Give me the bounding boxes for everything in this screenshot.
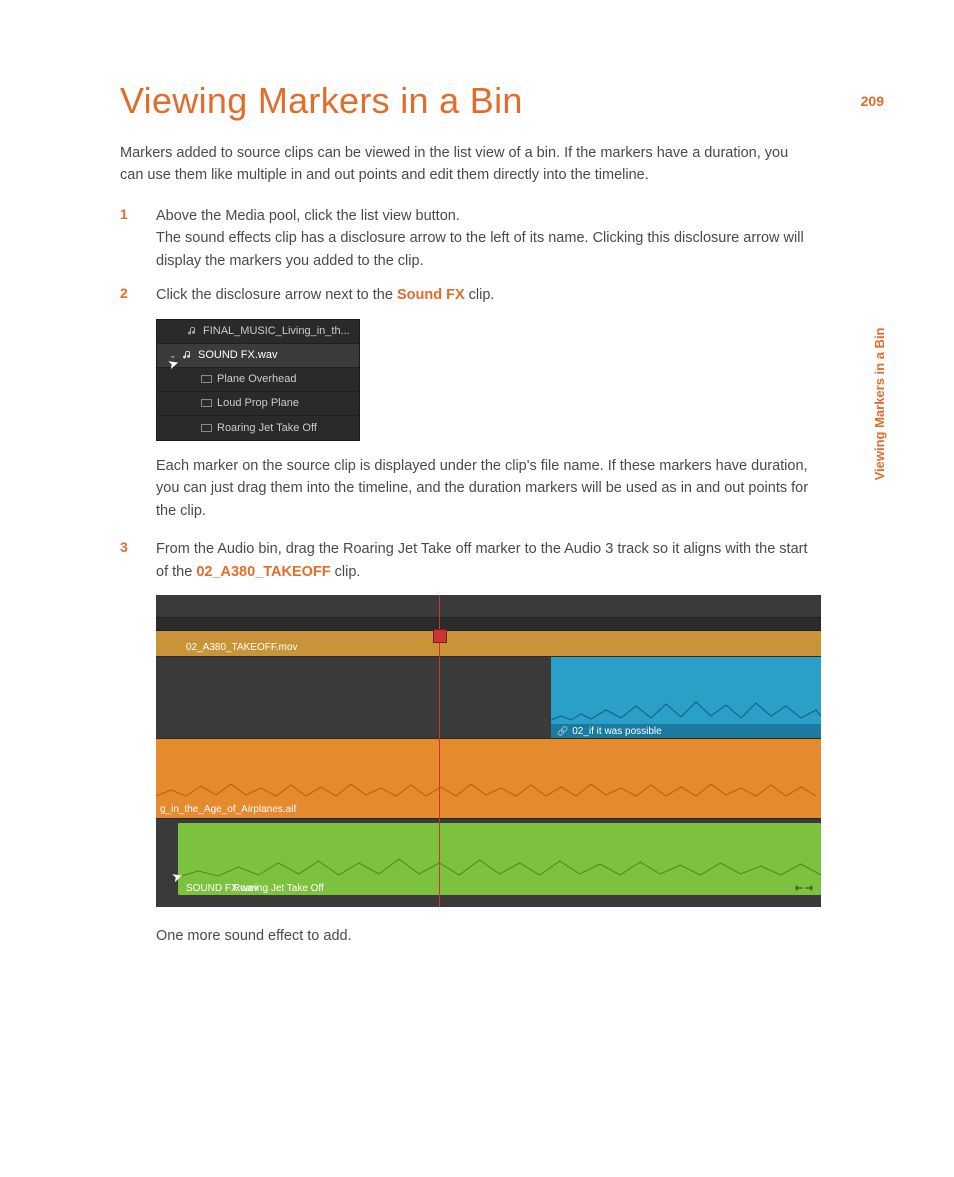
bin-marker-row[interactable]: Loud Prop Plane (157, 392, 359, 416)
bin-row-label: Roaring Jet Take Off (217, 422, 317, 434)
timeline-bottom-gap (156, 899, 821, 907)
blue-clip[interactable]: 🔗 02_if it was possible (551, 657, 821, 738)
step-2-bold: Sound FX (397, 287, 465, 303)
bin-marker-row[interactable]: Plane Overhead (157, 368, 359, 392)
timeline-figure: 02_A380_TAKEOFF.mov 🔗 02_if it was possi… (156, 595, 821, 907)
step-number: 1 (120, 205, 156, 272)
page-heading: Viewing Markers in a Bin (120, 80, 810, 122)
step-1-line1: Above the Media pool, click the list vie… (156, 208, 460, 224)
step-number: 2 (120, 284, 156, 306)
intro-paragraph: Markers added to source clips can be vie… (120, 142, 810, 187)
step-2-suffix: clip. (465, 287, 495, 303)
page-content: Viewing Markers in a Bin Markers added t… (120, 80, 810, 964)
clip-label-bar: 🔗 02_if it was possible (551, 724, 821, 738)
after-bin-paragraph: Each marker on the source clip is displa… (156, 455, 810, 522)
timeline-ruler[interactable] (156, 617, 821, 631)
drag-handle-icon[interactable] (795, 884, 813, 892)
step-3-bold: 02_A380_TAKEOFF (196, 564, 330, 580)
page-number: 209 (861, 93, 884, 109)
music-note-icon (183, 350, 193, 360)
bin-row-label: FINAL_MUSIC_Living_in_th... (203, 325, 350, 337)
marker-icon (201, 399, 212, 407)
step-2-prefix: Click the disclosure arrow next to the (156, 287, 397, 303)
link-icon: 🔗 (557, 726, 568, 737)
timeline-header-gap (156, 595, 821, 617)
bin-list-figure: FINAL_MUSIC_Living_in_th... ⌄ SOUND FX.w… (156, 319, 360, 441)
bin-row-selected[interactable]: ⌄ SOUND FX.wav ➤ (157, 344, 359, 368)
step-body: From the Audio bin, drag the Roaring Jet… (156, 538, 810, 583)
marker-icon (201, 424, 212, 432)
waveform (551, 696, 821, 724)
clip-label-bar: SOUND FX.wav Roaring Jet Take Off (178, 881, 821, 895)
step-body: Click the disclosure arrow next to the S… (156, 284, 810, 306)
step-1: 1 Above the Media pool, click the list v… (120, 205, 810, 272)
step-number: 3 (120, 538, 156, 583)
step-3: 3 From the Audio bin, drag the Roaring J… (120, 538, 810, 583)
clip-label-marker: Roaring Jet Take Off (233, 883, 324, 894)
after-timeline-paragraph: One more sound effect to add. (156, 925, 810, 947)
timeline-video-track-2[interactable]: 🔗 02_if it was possible (156, 657, 821, 739)
step-3-suffix: clip. (331, 564, 361, 580)
waveform (156, 776, 821, 802)
step-1-line2: The sound effects clip has a disclosure … (156, 230, 804, 268)
marker-icon (201, 375, 212, 383)
bin-marker-row[interactable]: Roaring Jet Take Off (157, 416, 359, 440)
waveform (178, 849, 821, 881)
timeline-audio-track-2[interactable]: SOUND FX.wav Roaring Jet Take Off ➤ (156, 819, 821, 899)
bin-row[interactable]: FINAL_MUSIC_Living_in_th... (157, 320, 359, 344)
timeline-video-track-1[interactable]: 02_A380_TAKEOFF.mov (156, 631, 821, 657)
step-body: Above the Media pool, click the list vie… (156, 205, 810, 272)
side-running-title: Viewing Markers in a Bin (872, 328, 887, 481)
music-note-icon (188, 326, 198, 336)
bin-row-label: Loud Prop Plane (217, 397, 299, 409)
clip-label: 02_if it was possible (572, 726, 662, 737)
clip-label: g_in_the_Age_of_Airplanes.aif (160, 804, 296, 815)
bin-row-label: SOUND FX.wav (198, 349, 277, 361)
clip-label: 02_A380_TAKEOFF.mov (186, 642, 298, 653)
timeline-audio-track-1[interactable]: g_in_the_Age_of_Airplanes.aif (156, 739, 821, 819)
green-clip[interactable]: SOUND FX.wav Roaring Jet Take Off (178, 823, 821, 895)
playhead[interactable] (439, 595, 440, 907)
bin-row-label: Plane Overhead (217, 373, 297, 385)
step-2: 2 Click the disclosure arrow next to the… (120, 284, 810, 306)
